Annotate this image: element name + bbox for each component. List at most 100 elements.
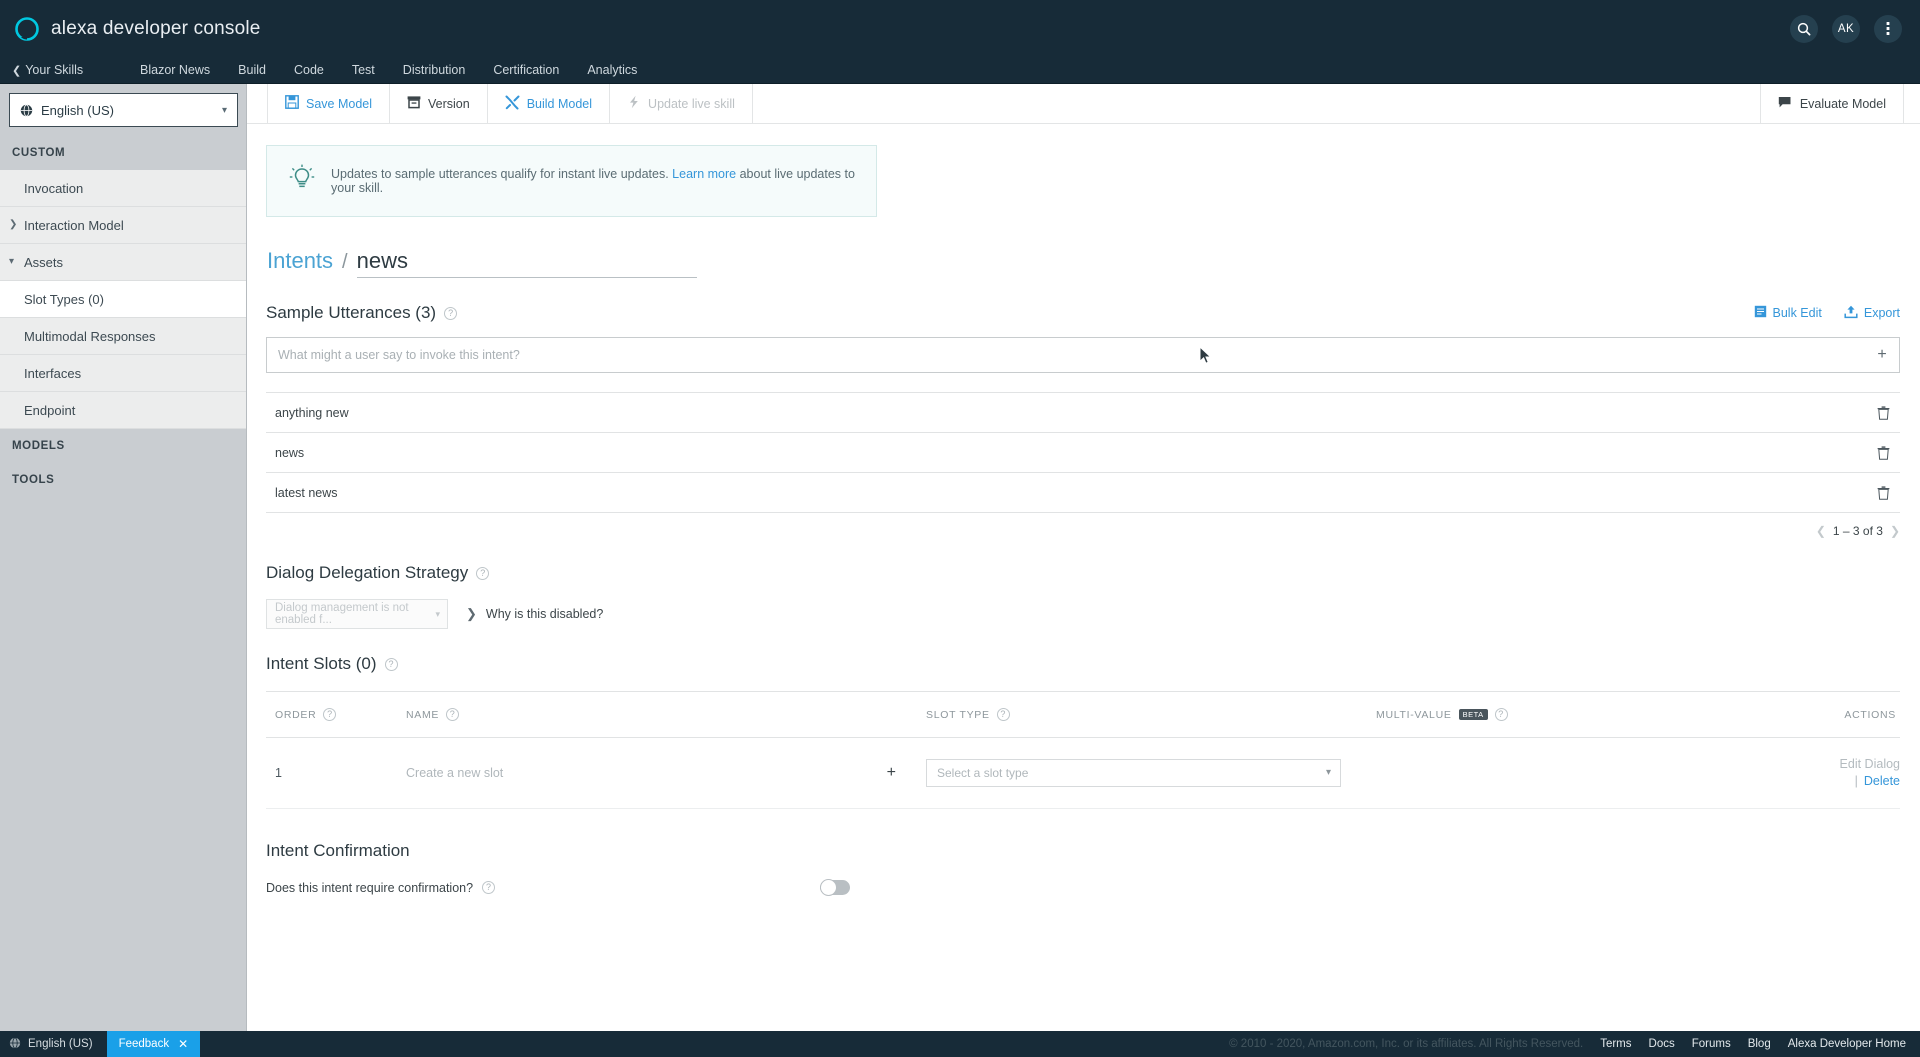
globe-icon bbox=[20, 103, 33, 117]
beta-badge: BETA bbox=[1458, 708, 1488, 721]
close-icon[interactable]: ✕ bbox=[178, 1037, 188, 1051]
question-mark-icon[interactable]: ? bbox=[384, 657, 398, 671]
question-mark-icon[interactable]: ? bbox=[444, 306, 458, 320]
sidebar-item-label: Assets bbox=[24, 254, 64, 270]
why-disabled-label: Why is this disabled? bbox=[485, 607, 604, 621]
version-button[interactable]: Version bbox=[390, 84, 488, 123]
question-mark-icon[interactable]: ? bbox=[1494, 708, 1508, 721]
plus-icon[interactable]: + bbox=[887, 764, 896, 782]
footer-link-docs[interactable]: Docs bbox=[1649, 1038, 1675, 1050]
trash-icon[interactable] bbox=[1877, 445, 1890, 460]
sidebar-item-label: Multimodal Responses bbox=[24, 328, 156, 344]
sidebar-item-endpoint[interactable]: Endpoint bbox=[0, 392, 246, 429]
edit-dialog-action: Edit Dialog bbox=[1839, 757, 1900, 771]
sidebar-item-assets[interactable]: ▾ Assets bbox=[0, 244, 246, 281]
utterance-text: latest news bbox=[275, 485, 338, 500]
top-header: alexa developer console AK bbox=[0, 0, 1920, 57]
footer-locale[interactable]: English (US) bbox=[0, 1036, 93, 1052]
nav-item-build[interactable]: Build bbox=[224, 63, 280, 77]
sidebar-item-multimodal-responses[interactable]: Multimodal Responses bbox=[0, 318, 246, 355]
sidebar-item-label: Interfaces bbox=[24, 365, 82, 381]
sidebar-item-slot-types[interactable]: Slot Types (0) bbox=[0, 281, 246, 318]
utterance-row[interactable]: anything new bbox=[266, 393, 1900, 433]
export-button[interactable]: Export bbox=[1844, 305, 1900, 322]
intent-slots-section: Intent Slots (0) ? ORDER ? NAME ? SLOT T… bbox=[266, 654, 1900, 809]
chevron-left-icon: ❮ bbox=[12, 64, 22, 77]
slot-type-select[interactable]: Select a slot type ▾ bbox=[926, 758, 1341, 787]
bulk-edit-button[interactable]: Bulk Edit bbox=[1754, 305, 1822, 321]
column-actions: ACTIONS bbox=[1626, 692, 1900, 738]
brand[interactable]: alexa developer console bbox=[14, 16, 261, 42]
trash-icon[interactable] bbox=[1877, 485, 1890, 500]
sidebar-group-models[interactable]: MODELS bbox=[0, 429, 246, 463]
nav-item-code[interactable]: Code bbox=[280, 63, 338, 77]
sample-utterances-header: Sample Utterances (3) ? Bulk Edit Export bbox=[266, 303, 1900, 323]
slot-name-input[interactable] bbox=[406, 765, 706, 780]
search-icon[interactable] bbox=[1790, 14, 1818, 43]
sidebar-item-label: Invocation bbox=[24, 180, 84, 196]
sidebar-item-interaction-model[interactable]: ❯ Interaction Model bbox=[0, 207, 246, 244]
question-mark-icon[interactable]: ? bbox=[476, 566, 490, 580]
chevron-right-icon: ❯ bbox=[466, 606, 477, 621]
sidebar-item-interfaces[interactable]: Interfaces bbox=[0, 355, 246, 392]
footer-link-terms[interactable]: Terms bbox=[1600, 1038, 1631, 1050]
chevron-down-icon: ▾ bbox=[1325, 767, 1331, 779]
delete-slot-link[interactable]: Delete bbox=[1864, 773, 1900, 790]
avatar[interactable]: AK bbox=[1832, 14, 1860, 43]
chevron-left-icon[interactable]: ❮ bbox=[1816, 524, 1826, 538]
evaluate-model-label: Evaluate Model bbox=[1799, 96, 1886, 111]
nav-item-distribution[interactable]: Distribution bbox=[389, 63, 480, 77]
chevron-right-icon: ❯ bbox=[9, 219, 18, 230]
utterance-input[interactable] bbox=[267, 348, 1865, 362]
why-disabled-link[interactable]: ❯ Why is this disabled? bbox=[466, 606, 603, 622]
question-mark-icon[interactable]: ? bbox=[482, 881, 496, 895]
intent-confirmation-question: Does this intent require confirmation? bbox=[266, 880, 474, 895]
dialog-delegation-section: Dialog Delegation Strategy ? Dialog mana… bbox=[266, 563, 1900, 629]
sidebar-item-invocation[interactable]: Invocation bbox=[0, 170, 246, 207]
floppy-disk-icon bbox=[285, 95, 299, 112]
question-mark-icon[interactable]: ? bbox=[996, 708, 1010, 721]
question-mark-icon[interactable]: ? bbox=[446, 708, 460, 721]
copyright-text: © 2010 - 2020, Amazon.com, Inc. or its a… bbox=[1229, 1038, 1584, 1050]
learn-more-link[interactable]: Learn more bbox=[672, 167, 736, 181]
pagination-label: 1 – 3 of 3 bbox=[1832, 524, 1883, 538]
trash-icon[interactable] bbox=[1877, 405, 1890, 420]
column-slot-type: SLOT TYPE ? bbox=[926, 692, 1376, 738]
nav-item-skill[interactable]: Blazor News bbox=[140, 63, 224, 77]
column-order: ORDER ? bbox=[266, 692, 406, 738]
plus-icon[interactable]: + bbox=[1865, 346, 1899, 364]
table-body: 1 + Select a slot type ▾ bbox=[266, 737, 1900, 809]
utterance-row[interactable]: news bbox=[266, 433, 1900, 473]
build-model-button[interactable]: Build Model bbox=[488, 84, 611, 123]
update-live-skill-button: Update live skill bbox=[610, 84, 753, 123]
nav-item-test[interactable]: Test bbox=[338, 63, 389, 77]
feedback-button[interactable]: Feedback ✕ bbox=[106, 1031, 201, 1057]
live-update-banner: Updates to sample utterances qualify for… bbox=[266, 145, 877, 217]
breadcrumb-intents-link[interactable]: Intents bbox=[267, 248, 333, 274]
footer-link-blog[interactable]: Blog bbox=[1748, 1038, 1771, 1050]
footer-link-forums[interactable]: Forums bbox=[1692, 1038, 1731, 1050]
footer-link-alexa-developer-home[interactable]: Alexa Developer Home bbox=[1788, 1038, 1906, 1050]
back-to-your-skills[interactable]: ❮ Your Skills bbox=[0, 63, 140, 77]
sidebar-item-label: Endpoint bbox=[24, 402, 76, 418]
chevron-right-icon[interactable]: ❯ bbox=[1890, 524, 1900, 538]
column-name: NAME ? bbox=[406, 692, 926, 738]
nav-item-certification[interactable]: Certification bbox=[479, 63, 573, 77]
sidebar-group-tools[interactable]: TOOLS bbox=[0, 463, 246, 497]
locale-select[interactable]: English (US) ▾ bbox=[9, 93, 238, 127]
nav-bar: ❮ Your Skills Blazor News Build Code Tes… bbox=[0, 57, 1920, 84]
slot-actions-cell: Edit Dialog | Delete bbox=[1626, 737, 1900, 809]
question-mark-icon[interactable]: ? bbox=[323, 708, 337, 721]
nav-item-analytics[interactable]: Analytics bbox=[573, 63, 651, 77]
utterance-row[interactable]: latest news bbox=[266, 473, 1900, 513]
intent-confirmation-toggle[interactable] bbox=[820, 879, 850, 897]
toggle-knob bbox=[820, 879, 837, 897]
version-label: Version bbox=[428, 96, 470, 111]
chevron-down-icon: ▾ bbox=[435, 608, 440, 619]
layout: English (US) ▾ CUSTOM Invocation ❯ Inter… bbox=[0, 84, 1920, 1031]
update-live-skill-label: Update live skill bbox=[648, 96, 735, 111]
evaluate-model-button[interactable]: Evaluate Model bbox=[1759, 84, 1904, 123]
globe-icon bbox=[9, 1036, 21, 1052]
vertical-dots-icon[interactable] bbox=[1874, 14, 1902, 43]
save-model-button[interactable]: Save Model bbox=[267, 84, 391, 123]
